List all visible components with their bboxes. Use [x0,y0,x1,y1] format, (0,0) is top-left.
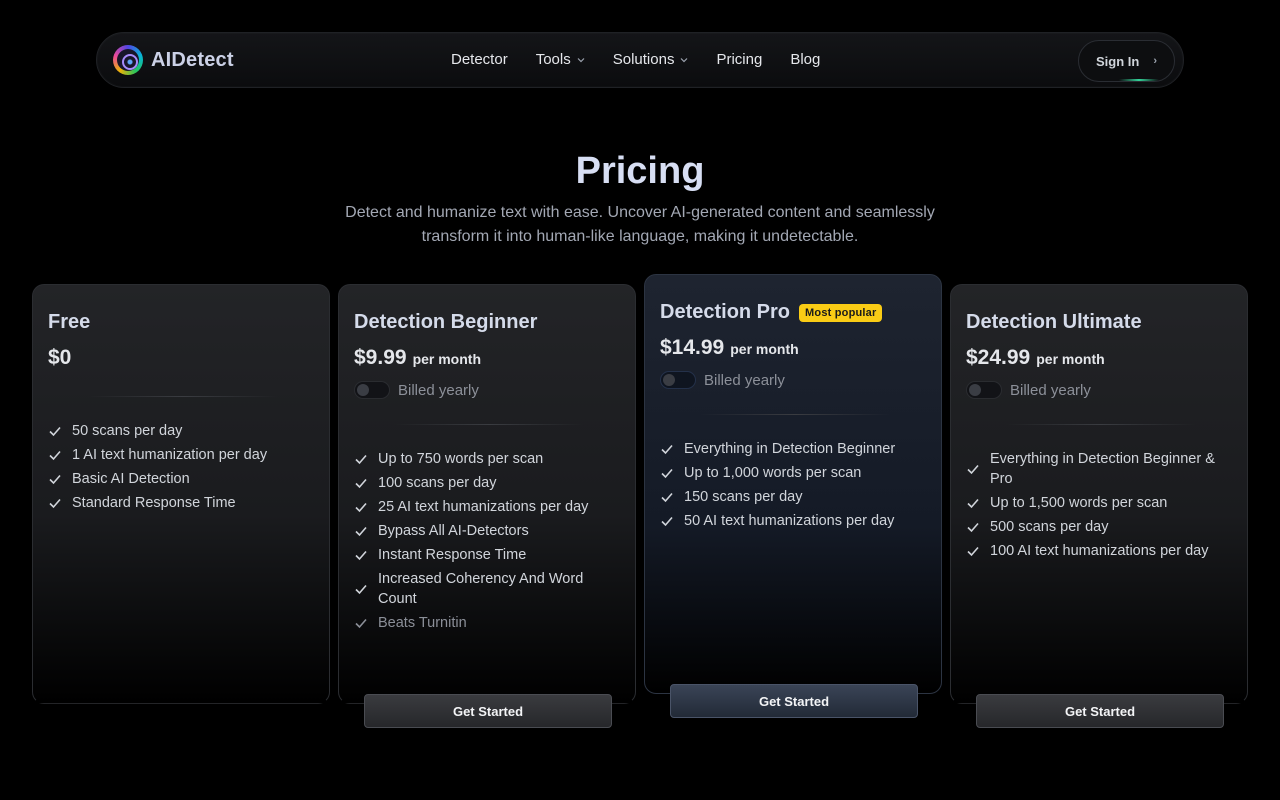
plan-card-free: Free $0 50 scans per day 1 AI text human… [32,284,330,704]
brand-name: AIDetect [151,48,234,71]
nav-link-tools[interactable]: Tools [536,51,585,68]
get-started-button[interactable]: Get Started [364,694,612,728]
feature-item: Beats Turnitin [354,613,624,633]
check-icon [354,476,368,490]
check-icon [660,514,674,528]
feature-item: 500 scans per day [966,517,1236,537]
check-icon [966,496,980,510]
most-popular-badge: Most popular [799,303,883,322]
billed-yearly-toggle[interactable] [660,371,696,389]
feature-item: Everything in Detection Beginner [660,439,930,459]
plan-price: $9.99 per month [354,346,482,369]
feature-item: 50 scans per day [48,421,318,441]
feature-item: 100 AI text humanizations per day [966,541,1236,561]
billed-yearly-toggle[interactable] [966,381,1002,399]
check-icon [966,520,980,534]
check-icon [354,548,368,562]
check-icon [48,424,62,438]
page-subtitle: Detect and humanize text with ease. Unco… [345,204,935,245]
check-icon [48,448,62,462]
get-started-button[interactable]: Get Started [976,694,1224,728]
check-icon [354,524,368,538]
feature-item: Instant Response Time [354,545,624,565]
radar-logo-icon [113,45,143,75]
nav-link-blog[interactable]: Blog [790,51,820,68]
plan-card-pro: Detection Pro Most popular $14.99 per mo… [644,274,942,718]
nav-link-pricing[interactable]: Pricing [716,51,762,68]
divider [88,396,278,397]
billed-yearly-toggle[interactable] [354,381,390,399]
plan-name: Detection Ultimate [966,311,1142,333]
check-icon [966,544,980,558]
get-started-button[interactable]: Get Started [670,684,918,718]
check-icon [48,472,62,486]
chevron-down-icon [680,56,688,64]
chevron-right-icon: › [1153,55,1157,67]
feature-item: Everything in Detection Beginner & Pro [966,449,1236,489]
page-title: Pricing [575,150,705,192]
feature-item: Up to 1,500 words per scan [966,493,1236,513]
feature-list: Everything in Detection Beginner & Pro U… [966,449,1236,565]
brand-logo[interactable]: AIDetect [113,45,234,75]
check-icon [354,452,368,466]
feature-list: Up to 750 words per scan 100 scans per d… [354,449,624,637]
nav-link-solutions[interactable]: Solutions [613,51,689,68]
feature-item: Up to 1,000 words per scan [660,463,930,483]
billing-toggle-row: Billed yearly [354,381,479,399]
check-icon [354,500,368,514]
nav-link-detector[interactable]: Detector [451,51,508,68]
check-icon [660,490,674,504]
chevron-down-icon [577,56,585,64]
check-icon [660,442,674,456]
feature-item: Bypass All AI-Detectors [354,521,624,541]
check-icon [48,496,62,510]
billing-toggle-row: Billed yearly [966,381,1091,399]
feature-item: 1 AI text humanization per day [48,445,318,465]
feature-item: Standard Response Time [48,493,318,513]
feature-item: 100 scans per day [354,473,624,493]
sign-in-button[interactable]: Sign In › [1078,40,1175,82]
plan-price: $14.99 per month [660,336,799,359]
plan-name: Detection Beginner [354,311,538,333]
check-icon [660,466,674,480]
navbar: AIDetect Detector Tools Solutions Pricin… [96,32,1184,88]
feature-item: 150 scans per day [660,487,930,507]
check-icon [966,462,980,476]
feature-item: Up to 750 words per scan [354,449,624,469]
plan-name: Free [48,311,91,333]
plan-card-ultimate: Detection Ultimate $24.99 per month Bill… [950,284,1248,728]
feature-item: 25 AI text humanizations per day [354,497,624,517]
billing-toggle-row: Billed yearly [660,371,785,389]
nav-links: Detector Tools Solutions Pricing Blog [451,51,820,68]
feature-item: Increased Coherency And Word Count [354,569,624,609]
plan-name: Detection Pro Most popular [660,301,883,324]
divider [700,414,890,415]
feature-item: Basic AI Detection [48,469,318,489]
feature-list: Everything in Detection Beginner Up to 1… [660,439,930,535]
feature-item: 50 AI text humanizations per day [660,511,930,531]
check-icon [354,616,368,630]
divider [1006,424,1196,425]
plan-price: $24.99 per month [966,346,1105,369]
feature-list: 50 scans per day 1 AI text humanization … [48,421,318,517]
plan-card-beginner: Detection Beginner $9.99 per month Bille… [338,284,636,728]
divider [394,424,584,425]
check-icon [354,582,368,596]
plan-price: $0 [48,346,72,369]
